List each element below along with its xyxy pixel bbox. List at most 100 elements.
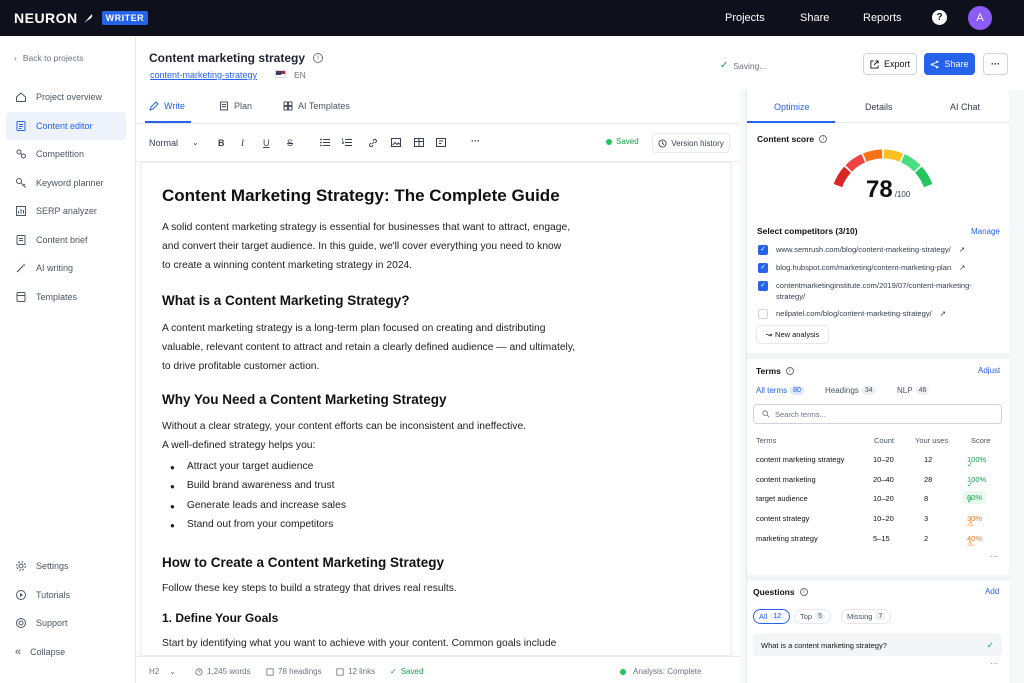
add-question-link[interactable]: Add: [985, 587, 999, 596]
tab-top-questions[interactable]: Top 5: [794, 609, 831, 624]
tab-ai-templates[interactable]: AI Templates: [283, 101, 350, 111]
sidebar-item-content-brief[interactable]: Content brief: [6, 226, 126, 254]
info-icon[interactable]: i: [785, 367, 794, 375]
more-questions-icon[interactable]: ···: [990, 659, 998, 668]
tab-nlp[interactable]: NLP 46: [897, 386, 930, 395]
nav-reports[interactable]: Reports: [863, 12, 902, 24]
external-link-icon[interactable]: ↗: [940, 308, 946, 319]
slug-link[interactable]: content-marketing-strategy: [150, 70, 257, 80]
tab-details[interactable]: Details: [865, 102, 893, 112]
sidebar-item-content-editor[interactable]: Content editor: [6, 112, 126, 140]
table-row[interactable]: target audience 10–20 8 ✓ 80%: [753, 489, 1005, 509]
link-icon: [336, 667, 344, 676]
tab-optimize[interactable]: Optimize: [774, 102, 810, 112]
table-row[interactable]: content marketing strategy 10–20 12 ✓ 100%: [753, 450, 1005, 470]
sidebar-item-settings[interactable]: Settings: [6, 552, 126, 580]
list-item-text: Stand out from your competitors: [186, 519, 334, 530]
more-tools-icon[interactable]: ···: [471, 136, 480, 146]
table-icon[interactable]: [414, 138, 424, 147]
bold-button[interactable]: B: [218, 138, 225, 148]
saving-text: Saving...: [733, 60, 767, 71]
column-header[interactable]: Your uses: [915, 436, 948, 445]
competitor-row[interactable]: ✓ www.semrush.com/blog/content-marketing…: [758, 244, 965, 255]
info-icon[interactable]: i: [313, 53, 324, 63]
tab-plan[interactable]: Plan: [219, 101, 252, 111]
paragraph-style-select[interactable]: Normal ⌄: [149, 138, 199, 148]
table-row[interactable]: content strategy 10–20 3 ⚠ 30%: [753, 509, 1005, 529]
embed-icon[interactable]: [436, 138, 446, 147]
competitor-row[interactable]: ✓ blog.hubspot.com/marketing/content-mar…: [758, 262, 966, 273]
block-type-select[interactable]: H2 ⌄: [149, 667, 176, 676]
sidebar-item-tutorials[interactable]: Tutorials: [6, 581, 126, 609]
underline-button[interactable]: U: [263, 138, 270, 148]
score-number: 78: [866, 176, 893, 203]
check-icon: ✓: [967, 480, 974, 489]
document-canvas[interactable]: Content Marketing Strategy: The Complete…: [140, 162, 732, 656]
table-row[interactable]: content marketing 20–40 28 ✓ 100%: [753, 470, 1005, 490]
numbered-list-icon[interactable]: [342, 138, 352, 147]
competitor-row[interactable]: ✓ contentmarketinginstitute.com/2019/07/…: [758, 280, 991, 302]
version-history-button[interactable]: Version history: [652, 133, 730, 153]
sidebar-item-competition[interactable]: Competition: [6, 140, 126, 168]
sparkle-icon: ↝: [765, 330, 773, 339]
link-icon[interactable]: [368, 138, 378, 148]
tab-all-questions[interactable]: All 12: [753, 609, 791, 624]
sidebar-item-templates[interactable]: Templates: [6, 283, 126, 311]
nav-projects[interactable]: Projects: [725, 12, 765, 24]
image-icon[interactable]: [391, 138, 401, 147]
bulleted-list-icon[interactable]: [320, 138, 330, 147]
more-options-button[interactable]: ···: [983, 53, 1008, 75]
more-terms-icon[interactable]: ···: [990, 552, 998, 561]
sidebar-item-label: Keyword planner: [36, 178, 104, 188]
tab-write[interactable]: Write: [149, 101, 185, 111]
strikethrough-button[interactable]: S: [287, 138, 293, 148]
pill-label: Missing: [847, 612, 873, 621]
active-tab-indicator: [145, 121, 191, 123]
nav-share[interactable]: Share: [800, 12, 829, 24]
checkbox[interactable]: [758, 309, 768, 319]
share-button[interactable]: Share: [924, 53, 975, 75]
sidebar-item-ai-writing[interactable]: AI writing: [6, 254, 126, 282]
italic-button[interactable]: I: [241, 138, 244, 148]
count-cell: 10–20: [873, 494, 894, 503]
tab-all-terms[interactable]: All terms 80: [756, 386, 804, 395]
export-button[interactable]: Export: [863, 53, 917, 75]
table-row[interactable]: marketing strategy 5–15 2 ⚠ 40%: [753, 529, 1005, 549]
sidebar-item-label: Tutorials: [36, 590, 71, 600]
question-item[interactable]: What is a content marketing strategy? ✓: [753, 634, 1002, 656]
sidebar-item-collapse[interactable]: « Collapse: [6, 638, 126, 666]
column-header[interactable]: Count: [874, 436, 894, 445]
back-to-projects-link[interactable]: ‹ Back to projects: [14, 53, 83, 63]
new-analysis-button[interactable]: ↝ New analysis: [756, 325, 829, 344]
competitor-url: contentmarketinginstitute.com/2019/07/co…: [776, 281, 972, 301]
checkbox[interactable]: ✓: [758, 245, 768, 255]
column-header[interactable]: Score: [971, 436, 991, 445]
external-link-icon[interactable]: ↗: [959, 244, 965, 255]
warning-icon: ⚠: [967, 539, 974, 548]
competitor-row[interactable]: neilpatel.com/blog/content-marketing-str…: [758, 308, 946, 319]
sidebar-item-serp-analyzer[interactable]: SERP analyzer: [6, 197, 126, 225]
adjust-link[interactable]: Adjust: [978, 366, 1000, 375]
checkbox[interactable]: ✓: [758, 281, 768, 291]
intro-paragraph: A solid content marketing strategy is es…: [162, 218, 570, 275]
tab-headings[interactable]: Headings 34: [825, 386, 876, 395]
manage-link[interactable]: Manage: [971, 227, 1000, 236]
search-terms-input[interactable]: Search terms...: [753, 404, 1002, 424]
saved-text: Saved: [616, 137, 639, 146]
external-link-icon[interactable]: ↗: [959, 262, 965, 273]
tab-missing-questions[interactable]: Missing 7: [841, 609, 892, 624]
logo[interactable]: NEURON WRITER: [14, 10, 149, 26]
column-header[interactable]: Terms: [756, 436, 776, 445]
checkbox[interactable]: ✓: [758, 263, 768, 273]
sidebar-item-project-overview[interactable]: Project overview: [6, 83, 126, 111]
sidebar-item-label: Content brief: [36, 235, 88, 245]
sidebar-item-support[interactable]: Support: [6, 609, 126, 637]
check-icon: ✓: [967, 496, 974, 505]
template-icon: [15, 291, 27, 303]
chevron-down-icon: ⌄: [192, 138, 199, 147]
tab-ai-chat[interactable]: AI Chat: [950, 102, 980, 112]
avatar[interactable]: A: [968, 6, 992, 30]
sidebar-item-keyword-planner[interactable]: Keyword planner: [6, 169, 126, 197]
help-icon[interactable]: ?: [932, 10, 947, 25]
info-icon[interactable]: i: [799, 588, 808, 596]
